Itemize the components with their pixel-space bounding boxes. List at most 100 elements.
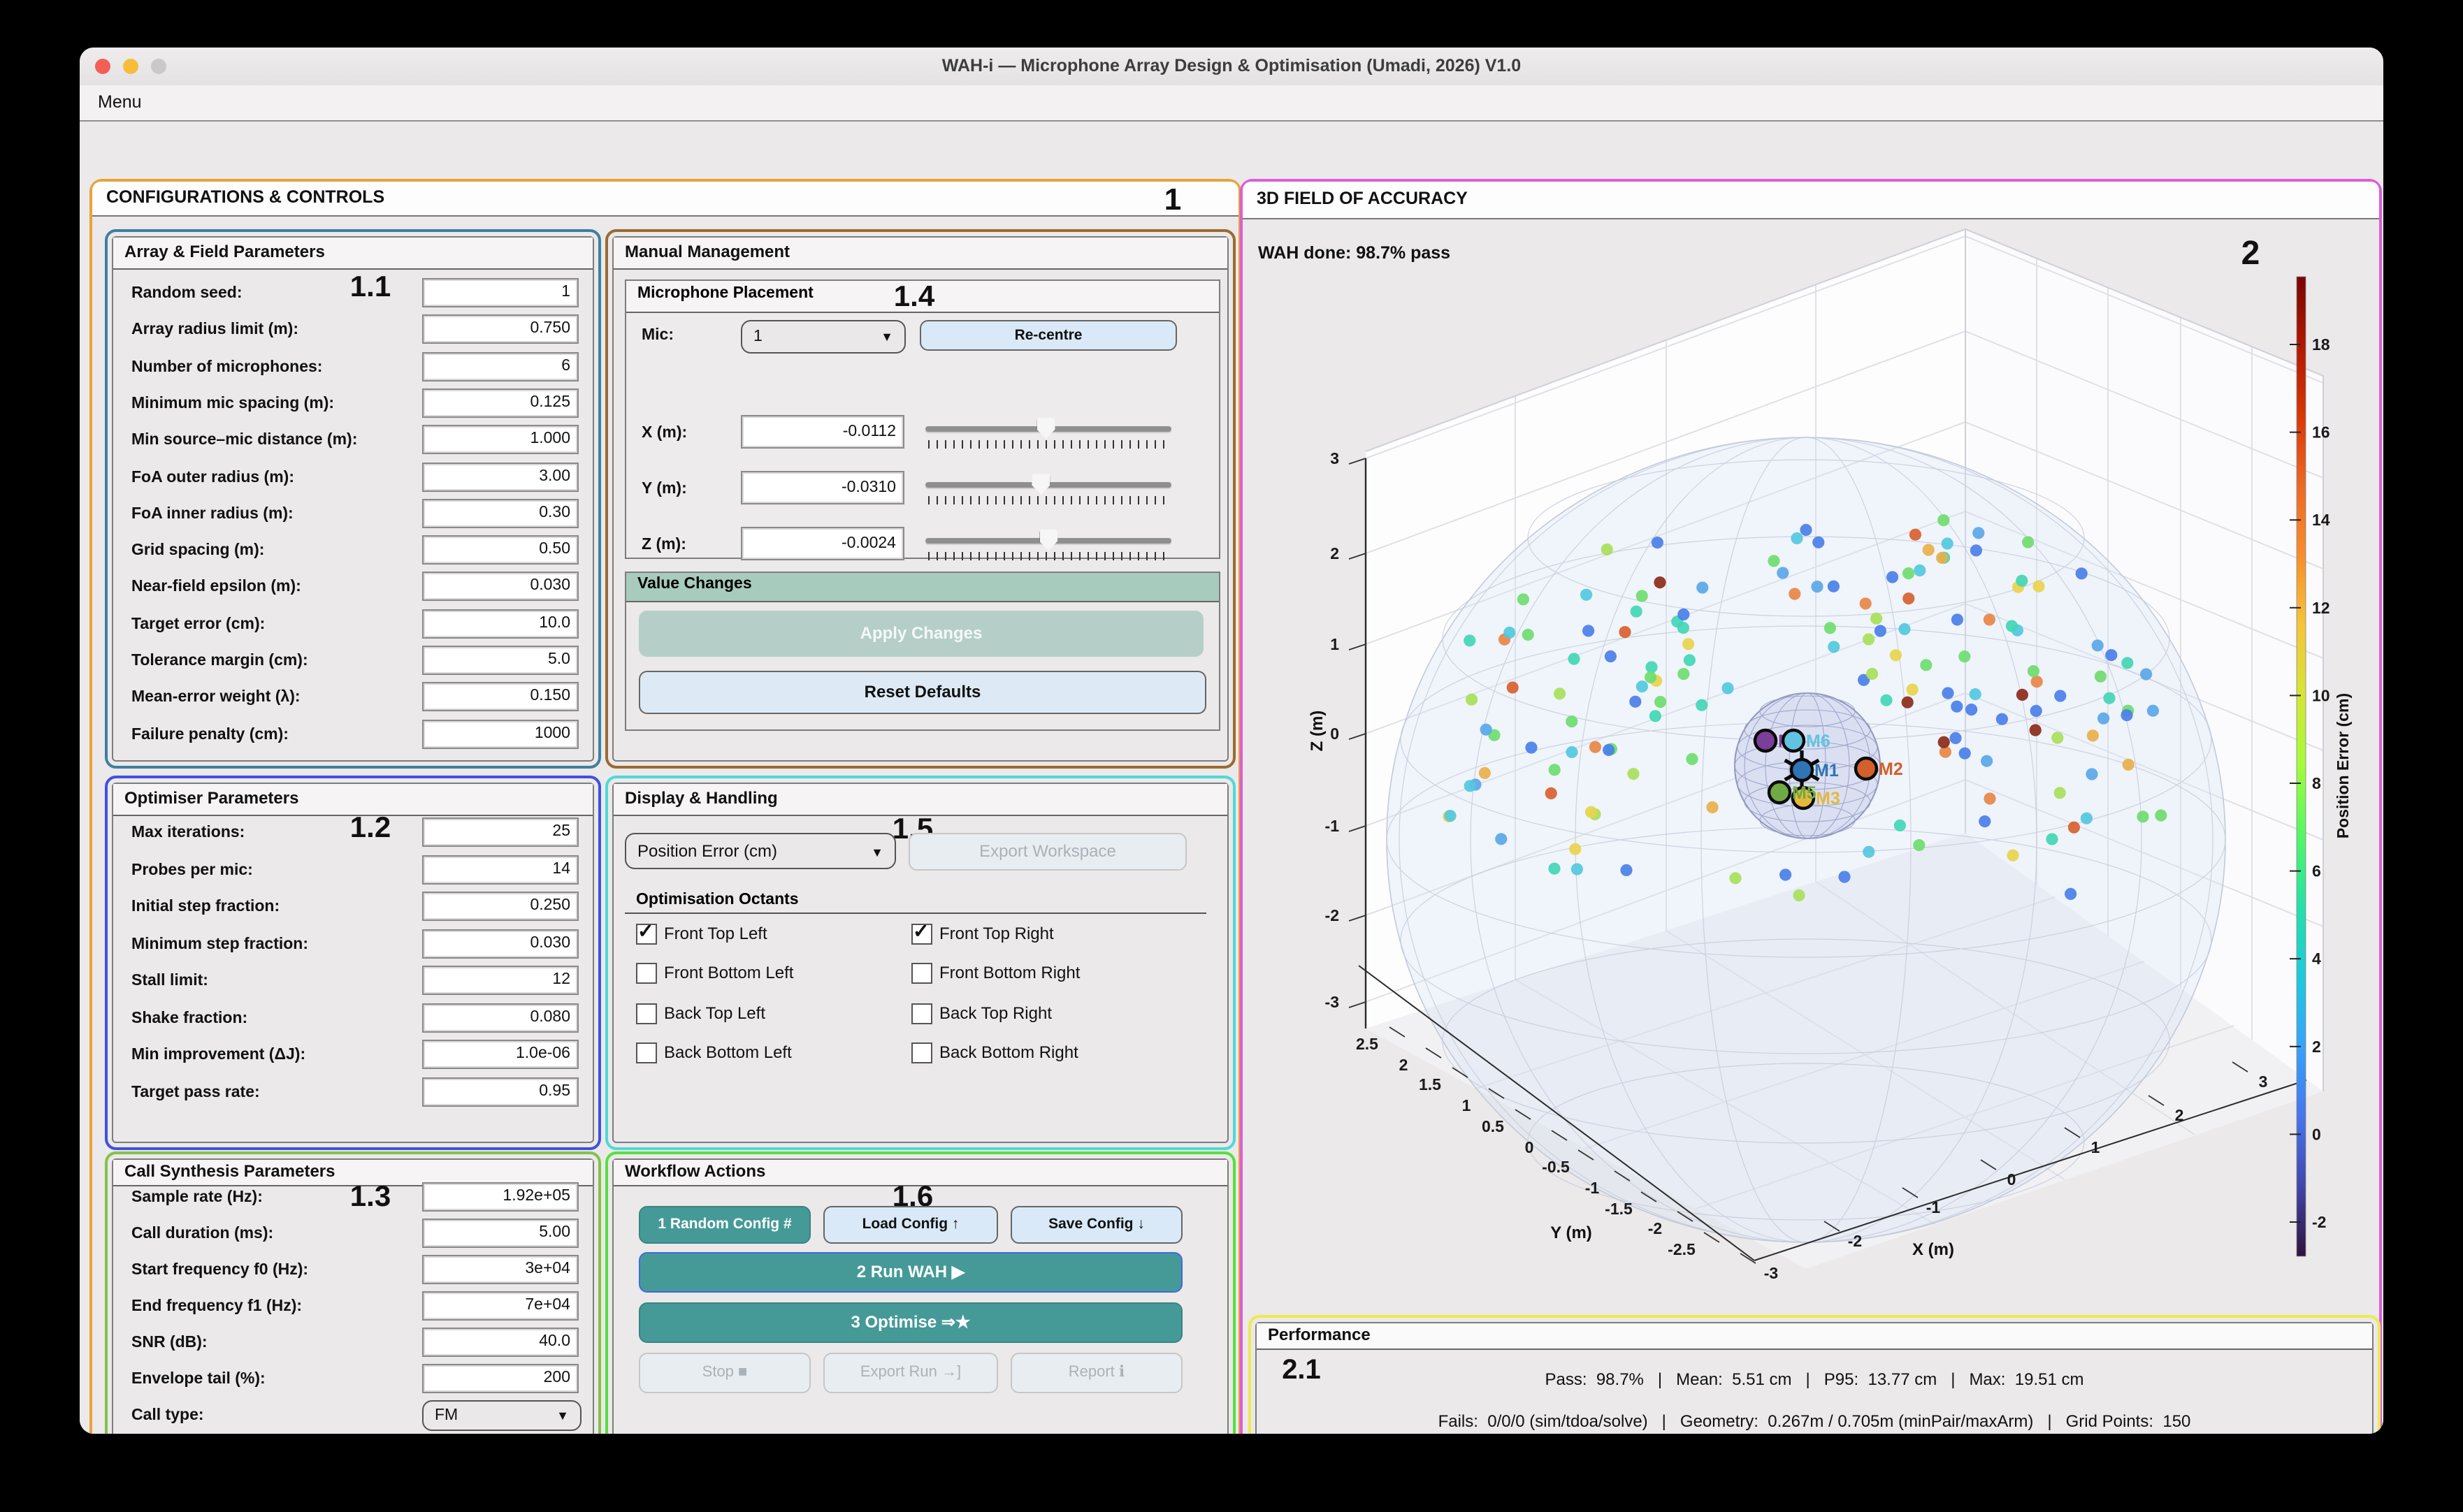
grid-point — [1965, 704, 1977, 715]
badge-1-4: 1.4 — [894, 281, 934, 314]
octant-checkbox[interactable] — [911, 964, 932, 984]
param-value-input[interactable]: 14 — [422, 855, 579, 884]
param-row: Minimum mic spacing (m):0.125 — [113, 386, 593, 422]
optimise-button[interactable]: 3 Optimise ⇒★ — [639, 1302, 1183, 1343]
param-label: Min source–mic distance (m): — [131, 432, 357, 449]
y-tick-label: 2.5 — [1356, 1035, 1378, 1053]
axis-value-input[interactable]: -0.0310 — [741, 471, 904, 504]
y-tick-label: -1 — [1585, 1179, 1600, 1197]
param-value-input[interactable]: 0.125 — [422, 388, 579, 418]
menu-item[interactable]: Menu — [89, 85, 150, 120]
grid-point — [1589, 741, 1601, 753]
metric-select[interactable]: Position Error (cm) ▼ — [625, 833, 896, 869]
param-row: Number of microphones:6 — [113, 349, 593, 385]
slider-ticks — [928, 496, 1169, 504]
param-value-input[interactable]: 0.250 — [422, 892, 579, 921]
param-value-input[interactable]: 0.080 — [422, 1003, 579, 1032]
grid-point — [1979, 815, 1991, 827]
grid-point — [1890, 649, 1902, 661]
apply-changes-button[interactable]: Apply Changes — [639, 611, 1204, 657]
call-type-select[interactable]: FM▼ — [422, 1400, 582, 1431]
param-value-input[interactable]: 0.030 — [422, 929, 579, 958]
param-row: Target error (cm):10.0 — [113, 606, 593, 642]
param-value-input[interactable]: 6 — [422, 351, 579, 381]
mic-marker-m6[interactable]: M6 — [1783, 730, 1830, 751]
value-changes-header: Value Changes — [626, 573, 1219, 602]
z-tick-label: -3 — [1325, 993, 1339, 1011]
octant-checkbox[interactable] — [636, 1003, 657, 1024]
param-label: Minimum step fraction: — [131, 936, 308, 952]
title-bar: WAH-i — Microphone Array Design & Optimi… — [80, 48, 2383, 87]
report-button[interactable]: Report ℹ — [1011, 1353, 1183, 1393]
param-value-input[interactable]: 0.30 — [422, 499, 579, 528]
grid-point — [1654, 696, 1666, 708]
param-value-input[interactable]: 7e+04 — [422, 1291, 579, 1321]
stop-button[interactable]: Stop ■ — [639, 1353, 811, 1393]
octant-checkbox[interactable] — [911, 1042, 932, 1063]
axis-slider[interactable] — [925, 528, 1171, 559]
axis-value-input[interactable]: -0.0024 — [741, 527, 904, 560]
axis-value-input[interactable]: -0.0112 — [741, 415, 904, 449]
mic-select[interactable]: 1 ▼ — [741, 320, 906, 354]
octant-checkbox[interactable]: ✓ — [911, 924, 932, 945]
axis-slider[interactable] — [925, 416, 1171, 447]
param-label: Near-field epsilon (m): — [131, 579, 301, 596]
export-workspace-button[interactable]: Export Workspace — [909, 833, 1187, 871]
param-value-input[interactable]: 1000 — [422, 719, 579, 748]
slider-thumb[interactable] — [1032, 474, 1050, 495]
param-value-input[interactable]: 1.000 — [422, 425, 579, 454]
grid-point — [1677, 668, 1689, 680]
param-label: Call duration (ms): — [131, 1226, 273, 1242]
slider-thumb[interactable] — [1039, 530, 1057, 551]
load-config-button[interactable]: Load Config ↑ — [823, 1206, 998, 1244]
grid-point — [1580, 589, 1592, 601]
param-value-input[interactable]: 0.750 — [422, 315, 579, 344]
param-value-input[interactable]: 12 — [422, 966, 579, 995]
param-value-input[interactable]: 25 — [422, 817, 579, 847]
run-wah-button[interactable]: 2 Run WAH ▶ — [639, 1252, 1183, 1293]
grid-point — [2030, 705, 2042, 717]
param-value-input[interactable]: 10.0 — [422, 609, 579, 638]
octant-checkbox[interactable] — [636, 1042, 657, 1063]
grid-point — [1721, 682, 1733, 694]
x-tick-label: -2 — [1848, 1232, 1862, 1250]
param-row: Max iterations:25 — [113, 815, 593, 851]
reset-defaults-button[interactable]: Reset Defaults — [639, 671, 1206, 714]
recentre-button[interactable]: Re-centre — [920, 320, 1177, 351]
param-value-input[interactable]: 0.95 — [422, 1077, 579, 1106]
param-value-input[interactable]: 5.0 — [422, 646, 579, 675]
grid-point — [1996, 713, 2008, 725]
param-value-input[interactable]: 0.030 — [422, 572, 579, 602]
y-tick-label: -2 — [1648, 1219, 1662, 1237]
param-value-input[interactable]: 5.00 — [422, 1219, 579, 1248]
param-value-input[interactable]: 1.0e-06 — [422, 1040, 579, 1069]
mic-marker-m5[interactable]: M5 — [1769, 782, 1816, 803]
octant-checkbox[interactable] — [911, 1003, 932, 1024]
octant-checkbox[interactable] — [636, 964, 657, 984]
param-value-input[interactable]: 200 — [422, 1364, 579, 1393]
grid-point — [2092, 639, 2104, 651]
save-config-button[interactable]: Save Config ↓ — [1011, 1206, 1183, 1244]
octant-checkbox[interactable]: ✓ — [636, 924, 657, 945]
grid-point — [2068, 822, 2080, 834]
param-value-input[interactable]: 40.0 — [422, 1328, 579, 1357]
param-value-input[interactable]: 3.00 — [422, 462, 579, 491]
axis-slider[interactable] — [925, 472, 1171, 503]
param-label: Min improvement (ΔJ): — [131, 1047, 305, 1063]
grid-point — [2123, 759, 2135, 771]
mic-label: Mic: — [642, 327, 674, 344]
param-value-input[interactable]: 0.50 — [422, 535, 579, 565]
grid-point — [2054, 690, 2066, 702]
param-value-input[interactable]: 1.92e+05 — [422, 1182, 579, 1212]
param-value-input[interactable]: 3e+04 — [422, 1255, 579, 1284]
param-value-input[interactable]: 0.150 — [422, 683, 579, 712]
plot-3d-canvas[interactable]: M1M2M3M4M5M6 3210-1-2-32.521.510.50-0.5-… — [1245, 221, 2376, 1315]
export-run-button[interactable]: Export Run →] — [823, 1353, 998, 1393]
param-label: Stall limit: — [131, 973, 208, 989]
param-value-input[interactable]: 1 — [422, 278, 579, 307]
grid-point — [1984, 792, 1995, 804]
mic-marker-m2[interactable]: M2 — [1856, 758, 1903, 779]
param-row: Min improvement (ΔJ): 1.0e-06 — [113, 1037, 593, 1073]
slider-thumb[interactable] — [1037, 418, 1055, 439]
random-config-button[interactable]: 1 Random Config # — [639, 1206, 811, 1244]
